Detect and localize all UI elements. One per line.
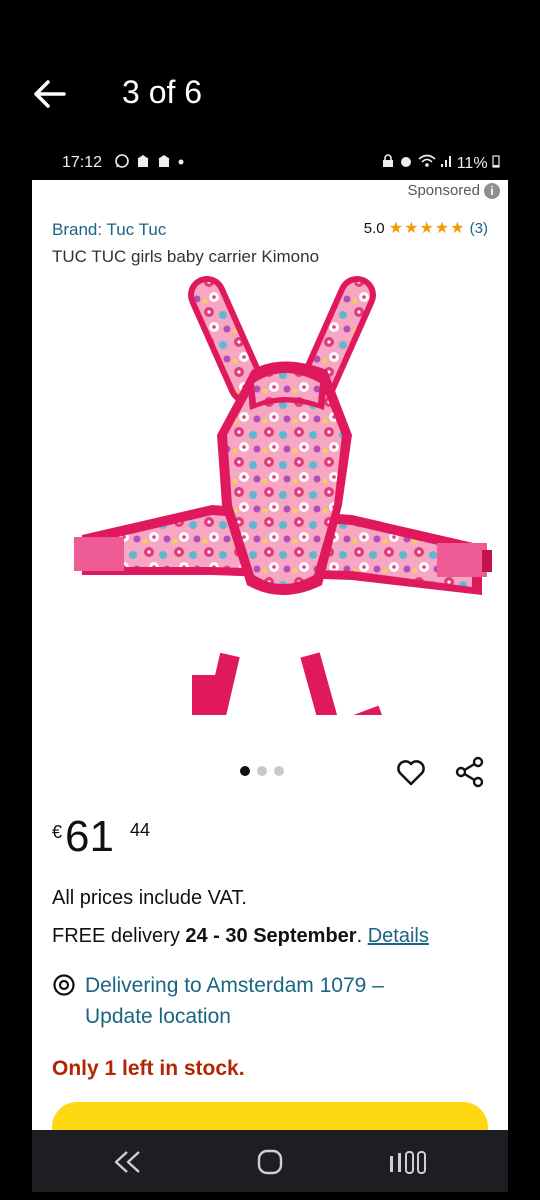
delivery-dates: 24 - 30 September (185, 925, 357, 947)
rating-summary[interactable]: 5.0 ★★★★★ (3) (364, 218, 488, 238)
product-page: Sponsored i Brand: Tuc Tuc 5.0 ★★★★★ (3)… (32, 180, 508, 1130)
battery-icon (492, 155, 500, 168)
mosque-icon (137, 155, 150, 167)
system-navigation-bar (32, 1130, 508, 1192)
pagination-dot-active[interactable] (240, 766, 250, 776)
sponsored-label[interactable]: Sponsored i (407, 182, 500, 199)
share-icon[interactable] (454, 756, 486, 788)
whatsapp-icon (115, 154, 129, 168)
lock-icon (382, 154, 393, 167)
product-title: TUC TUC girls baby carrier Kimono (52, 247, 320, 266)
image-pagination[interactable] (240, 766, 284, 776)
system-icons: 11% (381, 154, 500, 173)
brand-link[interactable]: Brand: Tuc Tuc (52, 220, 166, 240)
wifi-icon (418, 154, 436, 167)
star-rating-icon: ★★★★★ (388, 220, 466, 237)
pagination-dot[interactable] (257, 766, 267, 776)
status-time: 17:12 (62, 154, 103, 171)
add-to-basket-button[interactable] (52, 1102, 488, 1130)
price-currency: € (52, 822, 63, 842)
back-arrow-icon[interactable] (30, 76, 70, 112)
sponsored-text: Sponsored (407, 182, 480, 199)
delivery-info: FREE delivery 24 - 30 September. Details (52, 925, 429, 948)
price-fraction: 44 (130, 820, 151, 840)
mosque-icon (157, 155, 170, 167)
location-line-1: Delivering to Amsterdam 1079 – (85, 974, 384, 997)
status-bar: 17:12 11% (32, 150, 508, 180)
image-counter: 3 of 6 (122, 74, 203, 110)
alarm-icon (401, 157, 412, 167)
delivery-location[interactable]: Delivering to Amsterdam 1079 – Update lo… (52, 970, 472, 1032)
details-link[interactable]: Details (368, 925, 429, 947)
signal-icon (441, 156, 452, 167)
dot-icon (178, 159, 184, 165)
vat-note: All prices include VAT. (52, 887, 247, 909)
location-line-2: Update location (85, 1005, 231, 1028)
battery-level: 11% (456, 155, 488, 172)
nav-recent-apps-icon[interactable] (388, 1148, 434, 1176)
pagination-dot[interactable] (274, 766, 284, 776)
nav-back-icon[interactable] (110, 1148, 146, 1176)
heart-icon[interactable] (396, 758, 426, 788)
photo-viewer-header: 3 of 6 (0, 0, 540, 150)
rating-count: (3) (469, 220, 488, 237)
product-image[interactable] (52, 275, 492, 715)
price-whole: 61 (65, 812, 114, 861)
info-icon[interactable]: i (484, 182, 500, 199)
location-pin-icon (53, 974, 75, 996)
delivery-prefix: FREE delivery (52, 925, 186, 947)
rating-value: 5.0 (363, 220, 385, 237)
stock-status: Only 1 left in stock. (52, 1057, 245, 1080)
delivery-suffix: . (356, 925, 368, 947)
notification-icons (114, 154, 185, 173)
nav-home-icon[interactable] (256, 1148, 284, 1176)
location-text[interactable]: Delivering to Amsterdam 1079 – Update lo… (85, 970, 384, 1032)
